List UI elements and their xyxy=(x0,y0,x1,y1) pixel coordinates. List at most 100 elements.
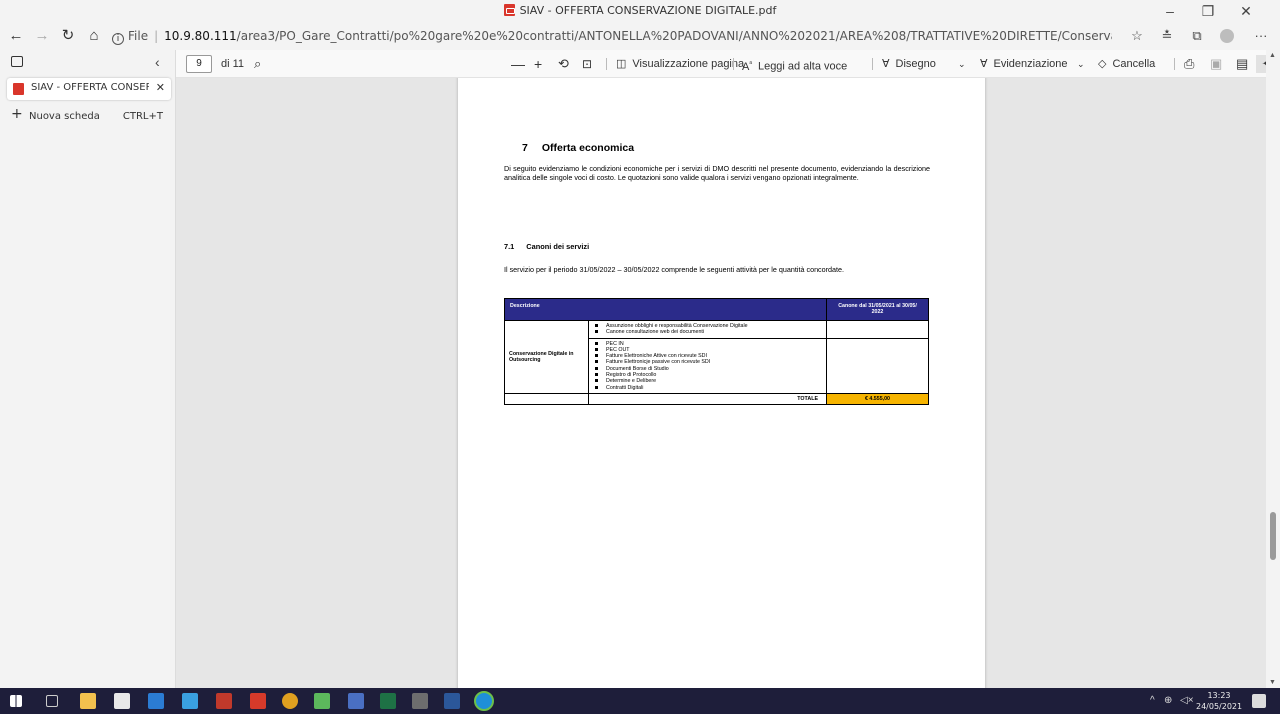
list-item: Canone consultazione web dei documenti xyxy=(592,329,823,335)
forward-icon[interactable]: → xyxy=(30,25,54,47)
page-view-button[interactable]: ◫ Visualizzazione pagina xyxy=(616,55,744,73)
toolbar-divider xyxy=(1174,58,1175,70)
app-icon[interactable] xyxy=(412,693,428,709)
period-paragraph: Il servizio per il periodo 31/05/2022 – … xyxy=(504,265,845,274)
services-table: Descrizione Canone dal 31/05/2021 al 30/… xyxy=(504,298,929,406)
url-field[interactable]: i File | 10.9.80.111/area3/PO_Gare_Contratt… xyxy=(112,27,1112,45)
refresh-icon[interactable]: ↻ xyxy=(56,25,80,47)
winrar-icon[interactable] xyxy=(216,693,232,709)
start-icon[interactable] xyxy=(10,695,22,707)
word-icon[interactable] xyxy=(444,693,460,709)
highlight-dropdown-icon[interactable]: ⌄ xyxy=(1077,55,1085,73)
erase-button[interactable]: ◇ Cancella xyxy=(1098,55,1155,73)
clock[interactable]: 13:23 24/05/2021 xyxy=(1196,690,1242,712)
fit-page-icon[interactable]: ⊡ xyxy=(582,55,592,73)
outlook-icon[interactable] xyxy=(148,693,164,709)
profile-avatar[interactable] xyxy=(1216,27,1238,45)
zoom-out-icon[interactable]: — xyxy=(511,55,525,73)
section-title: Offerta economica xyxy=(541,142,635,154)
scroll-up-icon[interactable]: ▲ xyxy=(1269,52,1276,59)
edge-icon[interactable] xyxy=(474,691,494,711)
collections-icon[interactable]: ⧉ xyxy=(1186,27,1208,45)
fee-cell xyxy=(826,320,929,339)
total-value: € 4.555,00 xyxy=(826,392,929,406)
highlight-button[interactable]: ∀ Evidenziazione xyxy=(980,55,1068,73)
info-icon[interactable]: i xyxy=(112,33,124,45)
minimize-button[interactable]: – xyxy=(1152,2,1188,20)
eraser-icon: ◇ xyxy=(1098,58,1107,70)
back-icon[interactable]: ← xyxy=(4,25,28,47)
new-tab-label: Nuova scheda xyxy=(29,111,100,122)
mail-icon[interactable] xyxy=(182,693,198,709)
notifications-icon[interactable] xyxy=(1252,694,1266,708)
pdf-toolbar: 9 di 11 ⌕ — + ⟲ ⊡ ◫ Visualizzazione pagin… xyxy=(176,50,1280,78)
url-separator: | xyxy=(154,29,159,43)
app-icon[interactable] xyxy=(314,693,330,709)
url-protocol: File xyxy=(128,29,149,43)
store-icon[interactable] xyxy=(114,693,130,709)
search-icon[interactable]: ⌕ xyxy=(254,55,261,73)
print-icon[interactable]: ⎙ xyxy=(1184,55,1194,73)
window-title-text: SIAV - OFFERTA CONSERVAZIONE DIGITALE.pd… xyxy=(519,4,777,17)
taskbar: ^ ⊕ ◁× 13:23 24/05/2021 xyxy=(0,688,1280,714)
highlight-label: Evidenziazione xyxy=(993,58,1068,70)
group2-list: PEC IN PEC OUT Fatture Elettroniche Atti… xyxy=(588,337,827,394)
clock-date: 24/05/2021 xyxy=(1196,702,1243,711)
draw-button[interactable]: ∀ Disegno xyxy=(882,55,936,73)
add-favorite-icon[interactable]: ☆ xyxy=(1126,27,1148,45)
avatar-icon xyxy=(1220,29,1234,43)
tab-actions-icon[interactable] xyxy=(11,56,23,67)
window-title: SIAV - OFFERTA CONSERVAZIONE DIGITALE.pd… xyxy=(0,4,1280,17)
scrollbar-thumb[interactable] xyxy=(1270,512,1276,560)
save-icon[interactable]: ▣ xyxy=(1210,55,1222,73)
subsection-number: 7.1 xyxy=(504,242,515,251)
url-host: 10.9.80.111 xyxy=(164,29,237,43)
zoom-in-icon[interactable]: + xyxy=(534,55,542,73)
list-item: Contratti Digitali xyxy=(592,385,823,391)
section-number: 7 xyxy=(522,142,528,154)
table-row: Conservazione Digitale in Outsourcing As… xyxy=(504,320,929,394)
more-menu-icon[interactable]: ··· xyxy=(1250,27,1272,45)
pdf-page: 7 Offerta economica Di seguito evidenziam… xyxy=(458,78,985,688)
vertical-tabs-panel: ‹ SIAV - OFFERTA CONSERVAZION ✕ + Nuova … xyxy=(0,50,176,688)
tray-expand-icon[interactable]: ^ xyxy=(1150,688,1155,714)
page-total: di 11 xyxy=(221,58,245,70)
save-as-icon[interactable]: ▤ xyxy=(1236,55,1248,73)
new-tab-button[interactable]: + Nuova scheda CTRL+T xyxy=(7,106,171,126)
rotate-icon[interactable]: ⟲ xyxy=(558,55,569,73)
header-description: Descrizione xyxy=(504,298,827,321)
pdf-tab-icon xyxy=(13,83,24,95)
home-icon[interactable]: ⌂ xyxy=(82,25,106,47)
total-label: TOTALE xyxy=(588,392,827,406)
toolbar-divider xyxy=(872,58,873,70)
favorites-icon[interactable]: ≛ xyxy=(1156,27,1178,45)
collapse-panel-icon[interactable]: ‹ xyxy=(155,54,160,70)
acrobat-icon[interactable] xyxy=(250,693,266,709)
maximize-button[interactable]: ❐ xyxy=(1190,2,1226,20)
draw-dropdown-icon[interactable]: ⌄ xyxy=(958,55,966,73)
volume-icon[interactable]: ◁× xyxy=(1180,688,1194,714)
excel-icon[interactable] xyxy=(380,693,396,709)
clock-time: 13:23 xyxy=(1207,691,1231,700)
page-view-label: Visualizzazione pagina xyxy=(632,58,745,70)
task-view-icon[interactable] xyxy=(46,695,58,707)
toolbar-divider xyxy=(733,58,734,70)
plus-icon: + xyxy=(11,106,23,122)
chrome-icon[interactable] xyxy=(282,693,298,709)
file-explorer-icon[interactable] xyxy=(80,693,96,709)
page-number-input[interactable]: 9 xyxy=(186,55,212,73)
read-aloud-button[interactable]: Aᵃ Leggi ad alta voce xyxy=(742,55,847,73)
close-tab-icon[interactable]: ✕ xyxy=(156,81,165,94)
address-bar: ← → ↻ ⌂ i File | 10.9.80.111/area3/PO_Gare_… xyxy=(0,22,1280,50)
app-icon[interactable] xyxy=(348,693,364,709)
tab-siav-offerta[interactable]: SIAV - OFFERTA CONSERVAZION ✕ xyxy=(7,78,171,100)
pdf-viewer: 7 Offerta economica Di seguito evidenziam… xyxy=(176,78,1266,688)
read-aloud-label: Leggi ad alta voce xyxy=(757,60,848,73)
subsection-heading: 7.1 Canoni dei servizi xyxy=(504,242,589,251)
header-fee: Canone dal 31/05/2021 al 30/05/ 2022 xyxy=(826,298,929,321)
new-tab-shortcut: CTRL+T xyxy=(122,111,163,122)
vertical-scrollbar[interactable]: ▲ ▼ xyxy=(1266,50,1280,688)
network-icon[interactable]: ⊕ xyxy=(1164,688,1172,714)
close-window-button[interactable]: ✕ xyxy=(1228,2,1264,20)
scroll-down-icon[interactable]: ▼ xyxy=(1269,679,1276,686)
